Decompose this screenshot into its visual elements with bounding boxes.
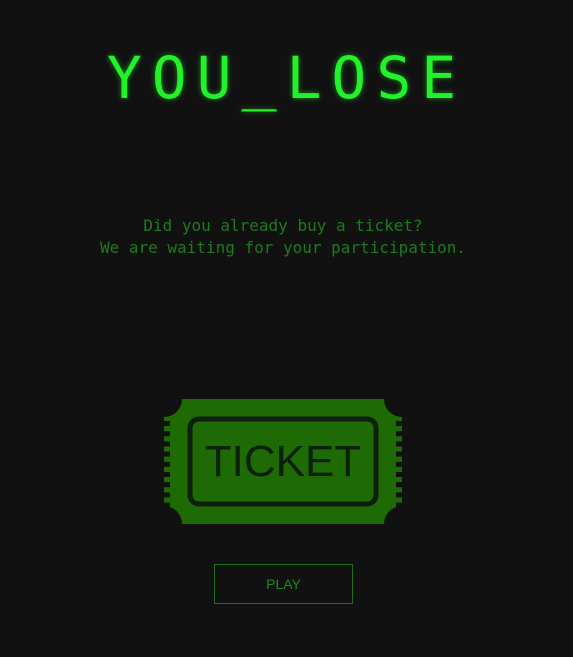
game-over-screen: YOU_LOSE Did you already buy a ticket? W… — [0, 0, 573, 657]
ticket-notch — [164, 482, 170, 488]
ticket-notch — [164, 502, 170, 508]
ticket-notch — [396, 441, 402, 447]
game-over-title: YOU_LOSE — [106, 44, 467, 112]
ticket-notch — [164, 472, 170, 477]
play-button[interactable]: PLAY — [214, 564, 353, 604]
ticket-notch — [164, 431, 170, 437]
ticket-notch — [396, 451, 402, 457]
ticket-label: TICKET — [204, 436, 362, 486]
status-message: Did you already buy a ticket? We are wai… — [0, 215, 566, 259]
ticket-notch — [396, 431, 402, 437]
ticket-notch — [396, 421, 402, 426]
ticket-notch — [396, 461, 402, 467]
ticket-notch — [396, 492, 402, 498]
ticket-notch — [396, 502, 402, 508]
ticket-notch — [164, 492, 170, 498]
ticket-notch — [164, 421, 170, 426]
ticket-notch — [164, 461, 170, 467]
message-line-2: We are waiting for your participation. — [99, 238, 467, 257]
ticket-notch — [164, 441, 170, 447]
ticket-notch — [396, 472, 402, 477]
ticket-notch — [164, 451, 170, 457]
ticket-icon: TICKET — [164, 399, 402, 524]
message-line-1: Did you already buy a ticket? — [143, 216, 423, 235]
ticket-notch — [396, 482, 402, 488]
